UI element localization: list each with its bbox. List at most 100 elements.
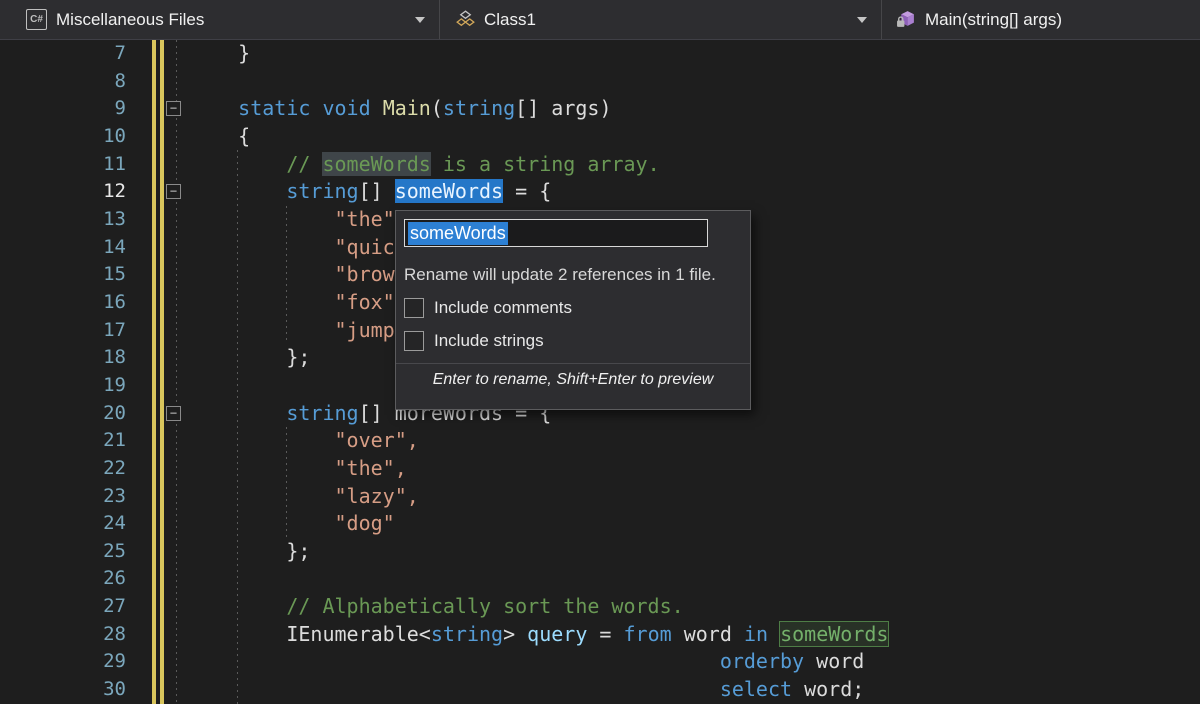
code-line[interactable]: "jumps": [190, 317, 419, 345]
checkbox-icon[interactable]: [404, 331, 424, 351]
code-line[interactable]: static void Main(string[] args): [190, 95, 611, 123]
code-token: >: [503, 622, 527, 646]
fold-margin: [140, 372, 190, 400]
member-dropdown[interactable]: Main(string[] args): [882, 0, 1200, 39]
line-number: 13: [0, 206, 140, 234]
code-line-row: 11 // someWords is a string array.: [0, 151, 1200, 179]
line-number: 28: [0, 621, 140, 649]
code-token: "lazy",: [335, 484, 419, 508]
code-token: = {: [503, 179, 551, 203]
code-token: [190, 401, 286, 425]
code-line[interactable]: // someWords is a string array.: [190, 151, 660, 179]
include-comments-label: Include comments: [434, 298, 572, 318]
line-number: 30: [0, 676, 140, 704]
code-line[interactable]: "lazy",: [190, 483, 419, 511]
code-token: [190, 318, 335, 342]
code-line[interactable]: "dog": [190, 510, 395, 538]
code-token: [190, 96, 238, 120]
code-line[interactable]: IEnumerable<string> query = from word in…: [190, 621, 888, 649]
code-token: [190, 179, 286, 203]
code-token: word: [804, 649, 864, 673]
code-line[interactable]: orderby word: [190, 648, 864, 676]
code-line-row: 26: [0, 565, 1200, 593]
code-token: someWords: [395, 179, 503, 203]
code-line[interactable]: string[] someWords = {: [190, 178, 551, 206]
fold-margin: [140, 234, 190, 262]
include-strings-label: Include strings: [434, 331, 544, 351]
rename-hint: Enter to rename, Shift+Enter to preview: [396, 363, 750, 389]
fold-margin: [140, 289, 190, 317]
code-line-row: 30 select word;: [0, 676, 1200, 704]
code-token: //: [286, 152, 322, 176]
code-line[interactable]: select word;: [190, 676, 864, 704]
rename-message: Rename will update 2 references in 1 fil…: [404, 265, 740, 285]
class-icon: [456, 10, 475, 29]
fold-collapse-toggle[interactable]: −: [166, 184, 181, 199]
fold-margin: −: [140, 178, 190, 206]
code-token: {: [190, 124, 250, 148]
fold-margin: [140, 317, 190, 345]
code-token: [190, 511, 335, 535]
fold-margin: [140, 455, 190, 483]
code-line[interactable]: "the",: [190, 206, 407, 234]
fold-collapse-toggle[interactable]: −: [166, 406, 181, 421]
code-line[interactable]: }: [190, 40, 250, 68]
code-token: };: [190, 345, 310, 369]
code-token: [190, 428, 335, 452]
line-number: 14: [0, 234, 140, 262]
checkbox-icon[interactable]: [404, 298, 424, 318]
line-number: 15: [0, 261, 140, 289]
code-token: }: [190, 41, 250, 65]
code-line[interactable]: "fox",: [190, 289, 407, 317]
code-token: // Alphabetically sort the words.: [286, 594, 683, 618]
code-token: in: [744, 622, 768, 646]
line-number: 9: [0, 95, 140, 123]
code-token: query: [527, 622, 587, 646]
code-token: []: [359, 179, 395, 203]
code-line[interactable]: {: [190, 123, 250, 151]
code-token: [190, 456, 335, 480]
code-line-row: 25 };: [0, 538, 1200, 566]
fold-margin: [140, 565, 190, 593]
line-number: 11: [0, 151, 140, 179]
code-token: word;: [792, 677, 864, 701]
code-token: IEnumerable<: [286, 622, 431, 646]
line-number: 17: [0, 317, 140, 345]
code-line-row: 10 {: [0, 123, 1200, 151]
code-line-row: 7 }: [0, 40, 1200, 68]
rename-dialog: someWords Rename will update 2 reference…: [395, 210, 751, 410]
include-comments-checkbox[interactable]: Include comments: [404, 298, 740, 318]
fold-margin: [140, 151, 190, 179]
code-token: (: [431, 96, 443, 120]
code-line[interactable]: "the",: [190, 455, 407, 483]
code-token: static: [238, 96, 310, 120]
code-token: string: [431, 622, 503, 646]
class-dropdown[interactable]: Class1: [440, 0, 882, 39]
line-number: 24: [0, 510, 140, 538]
code-token: "dog": [335, 511, 395, 535]
rename-input-selected-text: someWords: [408, 222, 508, 245]
project-dropdown[interactable]: C# Miscellaneous Files: [0, 0, 440, 39]
code-line-row: 21 "over",: [0, 427, 1200, 455]
code-token: =: [587, 622, 623, 646]
line-number: 12: [0, 178, 140, 206]
code-line[interactable]: };: [190, 344, 310, 372]
line-number: 27: [0, 593, 140, 621]
code-token: [310, 96, 322, 120]
code-line[interactable]: "over",: [190, 427, 419, 455]
line-number: 22: [0, 455, 140, 483]
code-line-row: 22 "the",: [0, 455, 1200, 483]
code-token: "over",: [335, 428, 419, 452]
include-strings-checkbox[interactable]: Include strings: [404, 331, 740, 351]
code-token: [190, 235, 335, 259]
fold-collapse-toggle[interactable]: −: [166, 101, 181, 116]
code-token: from: [624, 622, 672, 646]
code-line-row: 28 IEnumerable<string> query = from word…: [0, 621, 1200, 649]
code-line[interactable]: };: [190, 538, 310, 566]
code-line[interactable]: // Alphabetically sort the words.: [190, 593, 684, 621]
fold-margin: −: [140, 400, 190, 428]
fold-margin: [140, 483, 190, 511]
rename-input[interactable]: someWords: [404, 219, 708, 247]
code-token: Main: [383, 96, 431, 120]
code-token: is a string array.: [431, 152, 660, 176]
